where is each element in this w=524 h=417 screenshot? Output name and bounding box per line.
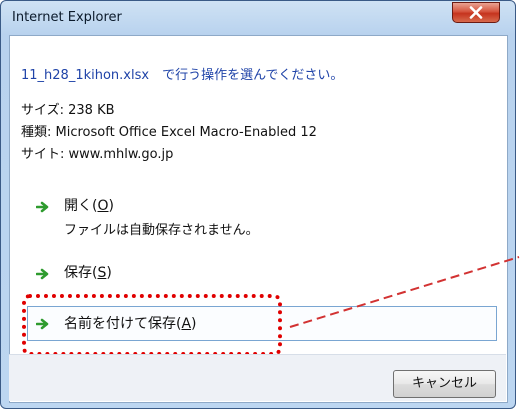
cancel-button[interactable]: キャンセル [393,370,496,398]
